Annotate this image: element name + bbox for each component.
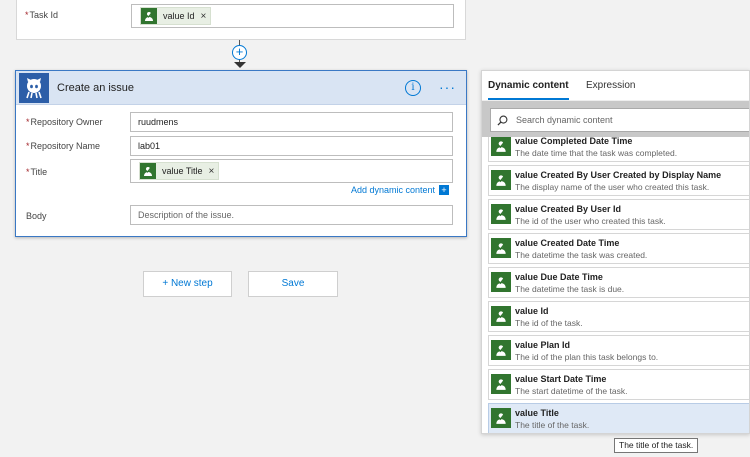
planner-icon — [491, 170, 511, 190]
item-description: The id of the plan this task belongs to. — [515, 352, 659, 362]
repository-owner-label: *Repository Owner — [26, 117, 103, 127]
value-title-token[interactable]: value Title × — [139, 162, 220, 180]
planner-icon — [491, 306, 511, 326]
item-description: The display name of the user who created… — [515, 182, 710, 192]
search-input[interactable]: Search dynamic content — [490, 108, 749, 132]
list-item[interactable]: value Created Date Time The datetime the… — [488, 233, 749, 264]
item-title: value Start Date Time — [515, 374, 607, 384]
add-dynamic-content-link[interactable]: Add dynamic content + — [351, 185, 450, 195]
item-description: The title of the task. — [515, 420, 590, 430]
token-label: value Title — [162, 166, 203, 176]
search-icon — [497, 115, 508, 126]
item-title: value Due Date Time — [515, 272, 603, 282]
item-description: The datetime the task is due. — [515, 284, 625, 294]
body-input[interactable]: Description of the issue. — [130, 205, 453, 225]
list-item[interactable]: value Created By User Id The id of the u… — [488, 199, 749, 230]
dynamic-content-list: value Completed Date Time The date time … — [488, 131, 749, 433]
remove-token-icon[interactable]: × — [201, 11, 207, 22]
list-item[interactable]: value Due Date Time The datetime the tas… — [488, 267, 749, 298]
task-id-field[interactable]: value Id × — [131, 4, 454, 28]
tooltip: The title of the task. — [614, 438, 699, 453]
plus-circle-icon[interactable]: + — [232, 45, 247, 60]
planner-icon — [491, 340, 511, 360]
tab-dynamic-content[interactable]: Dynamic content — [488, 80, 569, 100]
item-title: value Created By User Id — [515, 204, 622, 214]
title-input[interactable]: value Title × — [130, 159, 453, 183]
search-bar-wrap: Search dynamic content — [482, 101, 749, 137]
save-button[interactable]: Save — [248, 271, 338, 297]
planner-icon — [491, 408, 511, 428]
item-description: The start datetime of the task. — [515, 386, 628, 396]
add-dynamic-icon: + — [439, 185, 450, 195]
info-icon[interactable]: i — [405, 80, 421, 96]
list-item[interactable]: value Id The id of the task. — [488, 301, 749, 332]
item-title: value Created Date Time — [515, 238, 620, 248]
search-placeholder: Search dynamic content — [516, 115, 613, 125]
item-title: value Created By User Created by Display… — [515, 170, 722, 180]
item-title: value Title — [515, 408, 559, 418]
github-octocat-icon — [19, 73, 49, 103]
task-id-label: *Task Id — [25, 10, 59, 20]
tab-expression[interactable]: Expression — [586, 80, 635, 91]
planner-icon — [491, 374, 511, 394]
item-description: The id of the task. — [515, 318, 583, 328]
planner-icon — [491, 136, 511, 156]
card-header[interactable]: Create an issue i ··· — [16, 71, 466, 105]
card-title: Create an issue — [57, 82, 135, 94]
new-step-button[interactable]: + New step — [143, 271, 232, 297]
create-issue-card: Create an issue i ··· *Repository Owner … — [15, 70, 467, 237]
list-item[interactable]: value Title The title of the task. — [488, 403, 749, 433]
item-description: The datetime the task was created. — [515, 250, 648, 260]
token-label: value Id — [163, 11, 195, 21]
more-ellipsis-icon[interactable]: ··· — [439, 79, 459, 95]
previous-step-card: *Task Id value Id × — [16, 0, 466, 40]
list-item[interactable]: value Start Date Time The start datetime… — [488, 369, 749, 400]
planner-icon — [141, 8, 157, 24]
repository-name-input[interactable]: lab01 — [130, 136, 453, 156]
value-id-token[interactable]: value Id × — [140, 7, 212, 25]
panel-tabs: Dynamic content Expression — [482, 71, 749, 101]
arrow-down-icon — [234, 62, 246, 68]
item-title: value Plan Id — [515, 340, 571, 350]
planner-icon — [491, 238, 511, 258]
item-description: The date time that the task was complete… — [515, 148, 678, 158]
item-title: value Completed Date Time — [515, 136, 633, 146]
planner-icon — [491, 204, 511, 224]
dynamic-content-panel: Dynamic content Expression value Complet… — [481, 70, 750, 434]
body-label: Body — [26, 211, 47, 221]
planner-icon — [491, 272, 511, 292]
item-description: The id of the user who created this task… — [515, 216, 666, 226]
list-item[interactable]: value Plan Id The id of the plan this ta… — [488, 335, 749, 366]
item-title: value Id — [515, 306, 549, 316]
list-item[interactable]: value Created By User Created by Display… — [488, 165, 749, 196]
repository-name-label: *Repository Name — [26, 141, 101, 151]
planner-icon — [140, 163, 156, 179]
title-label: *Title — [26, 167, 48, 177]
remove-token-icon[interactable]: × — [209, 166, 215, 177]
repository-owner-input[interactable]: ruudmens — [130, 112, 453, 132]
